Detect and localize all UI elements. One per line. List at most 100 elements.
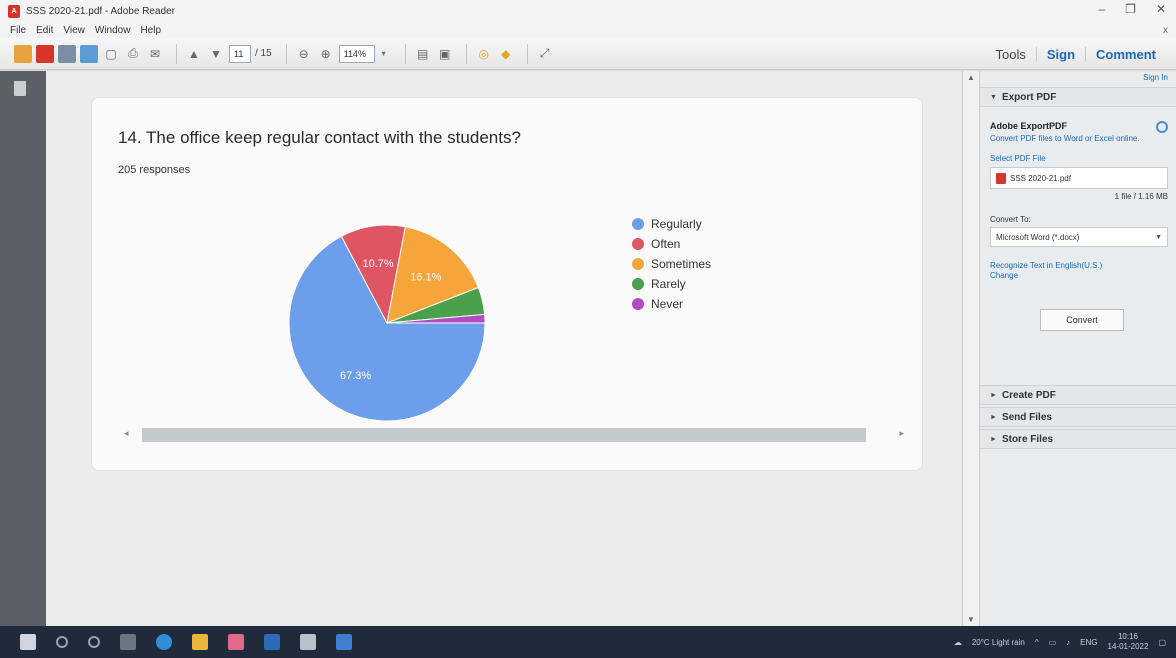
send-files-header[interactable]: ► Send Files [980, 407, 1176, 427]
page-number-input[interactable]: 11 [229, 44, 251, 63]
pdf-file-icon: A [8, 4, 20, 18]
legend-swatch [632, 238, 644, 250]
export-pdf-header[interactable]: ▼ Export PDF [980, 87, 1176, 107]
file-size: 1 file / 1.16 MB [1114, 192, 1168, 201]
pie-chart: 67.3% 10.7% 16.1% [288, 224, 486, 422]
change-language-link[interactable]: Change [990, 271, 1170, 281]
export-pdf-panel: Adobe ExportPDF Convert PDF files to Wor… [990, 117, 1170, 331]
save-icon[interactable]: ▢ [102, 45, 120, 63]
cloud-icon[interactable] [80, 44, 98, 63]
selected-file-field[interactable]: SSS 2020-21.pdf [990, 167, 1168, 189]
close-document-button[interactable]: x [1163, 25, 1168, 36]
export-pdf-icon[interactable] [36, 44, 54, 63]
caret-right-icon: ► [990, 413, 997, 421]
previous-page-icon[interactable]: ▲ [185, 45, 203, 63]
minimize-button[interactable]: – [1098, 2, 1105, 16]
print-icon[interactable]: ⎙ [124, 45, 142, 63]
caret-down-icon: ▼ [990, 93, 997, 101]
convert-format-select[interactable]: Microsoft Word (*.docx) ▼ [990, 227, 1168, 247]
scroll-down-icon[interactable]: ▼ [967, 615, 975, 624]
form-response-card: 14. The office keep regular contact with… [91, 97, 923, 471]
legend-label: Never [651, 297, 684, 311]
scroll-right-icon[interactable]: ▸ [899, 428, 904, 439]
legend-label: Sometimes [651, 257, 712, 271]
menu-bar: File Edit View Window Help x [0, 22, 1176, 38]
expand-icon[interactable]: ⤢ [536, 45, 554, 63]
tools-tab[interactable]: Tools [986, 47, 1036, 62]
fit-page-icon[interactable]: ▤ [414, 45, 432, 63]
edit-icon[interactable] [58, 44, 76, 63]
task-view-icon[interactable] [120, 634, 136, 650]
restore-button[interactable]: ❐ [1125, 2, 1136, 16]
legend-item-regularly[interactable]: Regularly [632, 216, 711, 232]
pdf-file-icon [996, 172, 1006, 184]
title-bar: A SSS 2020-21.pdf - Adobe Reader – ❐ ✕ [0, 0, 1176, 22]
comment-tab[interactable]: Comment [1085, 46, 1166, 62]
page-thumbnails-icon[interactable] [14, 81, 26, 96]
menu-help[interactable]: Help [140, 25, 161, 36]
store-files-header[interactable]: ► Store Files [980, 429, 1176, 449]
word-icon[interactable] [336, 634, 352, 650]
chevron-up-icon[interactable]: ^ [1035, 638, 1039, 647]
convert-button[interactable]: Convert [1040, 309, 1124, 331]
menu-window[interactable]: Window [95, 25, 131, 36]
document-app-icon[interactable] [300, 634, 316, 650]
select-file-label: Select PDF File [990, 154, 1046, 163]
zoom-in-icon[interactable]: ⊕ [317, 45, 335, 63]
legend-label: Regularly [651, 217, 702, 231]
menu-file[interactable]: File [10, 25, 26, 36]
slice-label-regularly: 67.3% [340, 370, 371, 382]
sign-tab[interactable]: Sign [1035, 46, 1085, 62]
search-icon[interactable] [56, 636, 68, 648]
recognize-text-option: Recognize Text in English(U.S.) Change [990, 261, 1170, 281]
start-icon[interactable] [20, 634, 36, 650]
chart-legend: Regularly Often Sometimes Rarely Never [632, 216, 711, 316]
file-explorer-icon[interactable] [192, 634, 208, 650]
scroll-up-icon[interactable]: ▲ [967, 73, 975, 82]
legend-item-often[interactable]: Often [632, 236, 711, 252]
zoom-out-icon[interactable]: ⊖ [295, 45, 313, 63]
legend-item-rarely[interactable]: Rarely [632, 276, 711, 292]
toolbar: ▢ ⎙ ✉ ▲ ▼ 11 / 15 ⊖ ⊕ 114% ▾ ▤ ▣ ◎ ◆ ⤢ T… [0, 38, 1176, 70]
scroll-thumb[interactable] [142, 428, 866, 442]
sign-in-link[interactable]: Sign In [1143, 73, 1168, 82]
menu-edit[interactable]: Edit [36, 25, 53, 36]
network-icon[interactable]: ▭ [1049, 638, 1057, 647]
create-pdf-header[interactable]: ► Create PDF [980, 385, 1176, 405]
comment-icon[interactable]: ◎ [475, 45, 493, 63]
outlook-icon[interactable] [264, 634, 280, 650]
slice-label-sometimes: 16.1% [410, 271, 441, 283]
language-indicator[interactable]: ENG [1080, 638, 1097, 647]
caret-right-icon: ► [990, 391, 997, 399]
convert-to-label: Convert To: [990, 215, 1031, 224]
legend-swatch [632, 298, 644, 310]
close-button[interactable]: ✕ [1156, 2, 1166, 16]
zoom-input[interactable]: 114% [338, 44, 375, 63]
menu-view[interactable]: View [63, 25, 85, 36]
horizontal-scrollbar[interactable]: ◂ ▸ [122, 424, 906, 446]
email-icon[interactable]: ✉ [146, 45, 164, 63]
cortana-icon[interactable] [88, 636, 100, 648]
clock[interactable]: 10:16 14-01-2022 [1108, 632, 1149, 652]
edge-browser-icon[interactable] [156, 634, 172, 650]
notification-icon[interactable]: ▢ [1158, 638, 1166, 647]
legend-label: Rarely [651, 277, 686, 291]
export-description[interactable]: Convert PDF files to Word or Excel onlin… [990, 134, 1150, 144]
zoom-dropdown-icon[interactable]: ▾ [375, 45, 393, 63]
scroll-left-icon[interactable]: ◂ [124, 428, 129, 439]
vertical-scrollbar[interactable]: ▲ ▼ [962, 71, 980, 626]
weather-text[interactable]: 20°C Light rain [972, 638, 1025, 647]
legend-item-sometimes[interactable]: Sometimes [632, 256, 711, 272]
legend-label: Often [651, 237, 681, 251]
highlight-icon[interactable]: ◆ [497, 45, 515, 63]
navigation-pane [0, 71, 46, 626]
weather-icon[interactable]: ☁ [954, 638, 962, 647]
chevron-down-icon: ▼ [1155, 233, 1162, 241]
fit-width-icon[interactable]: ▣ [436, 45, 454, 63]
volume-icon[interactable]: ♪ [1066, 638, 1070, 647]
paint-icon[interactable] [228, 634, 244, 650]
next-page-icon[interactable]: ▼ [207, 45, 225, 63]
system-tray: ☁ 20°C Light rain ^ ▭ ♪ ENG 10:16 14-01-… [954, 626, 1166, 658]
legend-item-never[interactable]: Never [632, 296, 711, 312]
create-pdf-icon[interactable] [14, 44, 32, 63]
